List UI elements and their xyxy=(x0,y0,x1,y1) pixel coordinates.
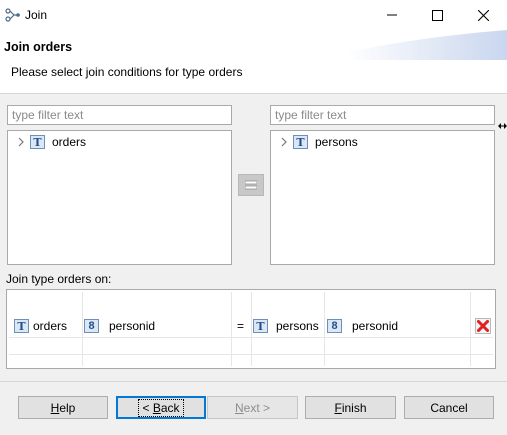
right-type-tree[interactable]: T persons xyxy=(270,130,495,265)
join-right-type-label: persons xyxy=(276,319,319,333)
tree-item-label: persons xyxy=(315,135,358,149)
delete-icon xyxy=(477,320,489,332)
maximize-button[interactable] xyxy=(414,0,460,30)
table-type-icon: T xyxy=(253,319,268,333)
join-left-type[interactable]: T orders xyxy=(14,318,67,334)
minimize-button[interactable] xyxy=(369,0,415,30)
join-left-field[interactable]: 8 personid xyxy=(84,318,155,334)
join-left-type-label: orders xyxy=(33,319,68,333)
numeric-field-icon: 8 xyxy=(327,319,342,333)
page-description: Please select join conditions for type o… xyxy=(11,65,243,79)
tree-item-label: orders xyxy=(52,135,87,149)
chevron-right-icon[interactable] xyxy=(16,137,26,147)
join-operator[interactable]: = xyxy=(237,318,244,334)
join-left-field-label: personid xyxy=(109,319,156,333)
window-titlebar: Join xyxy=(0,0,507,30)
join-right-type[interactable]: T persons xyxy=(253,318,319,334)
tree-item-persons[interactable]: T persons xyxy=(279,134,358,150)
back-button[interactable]: < Back xyxy=(116,396,206,419)
join-right-field-label: personid xyxy=(352,319,399,333)
next-button[interactable]: Next > xyxy=(207,396,298,419)
finish-button[interactable]: Finish xyxy=(305,396,396,419)
cancel-button[interactable]: Cancel xyxy=(404,396,494,419)
equals-icon xyxy=(245,180,257,190)
table-type-icon: T xyxy=(14,319,29,333)
page-title: Join orders xyxy=(4,40,73,54)
numeric-field-icon: 8 xyxy=(84,319,99,333)
minimize-icon xyxy=(387,14,397,16)
window-title: Join xyxy=(25,8,48,22)
resize-cursor-icon xyxy=(498,123,507,129)
maximize-icon xyxy=(431,9,443,21)
join-fields-button[interactable] xyxy=(238,174,264,196)
table-type-icon: T xyxy=(293,135,308,149)
button-bar-separator xyxy=(0,381,507,382)
chevron-right-icon[interactable] xyxy=(279,137,289,147)
left-filter-input[interactable] xyxy=(7,105,232,125)
wizard-header: Join orders Please select join condition… xyxy=(0,30,507,94)
join-right-field[interactable]: 8 personid xyxy=(327,318,398,334)
header-banner-graphic xyxy=(347,30,507,60)
close-button[interactable] xyxy=(460,0,506,30)
right-filter-input[interactable] xyxy=(270,105,495,125)
join-conditions-label: Join type orders on: xyxy=(6,272,112,286)
delete-join-button[interactable] xyxy=(475,318,491,334)
help-button[interactable]: Help xyxy=(18,396,108,419)
join-app-icon xyxy=(5,8,20,22)
tree-item-orders[interactable]: T orders xyxy=(16,134,86,150)
left-type-tree[interactable]: T orders xyxy=(7,130,232,265)
table-type-icon: T xyxy=(30,135,45,149)
close-icon xyxy=(477,9,489,21)
join-conditions-table[interactable]: T orders 8 personid = T persons 8 person… xyxy=(6,289,496,369)
